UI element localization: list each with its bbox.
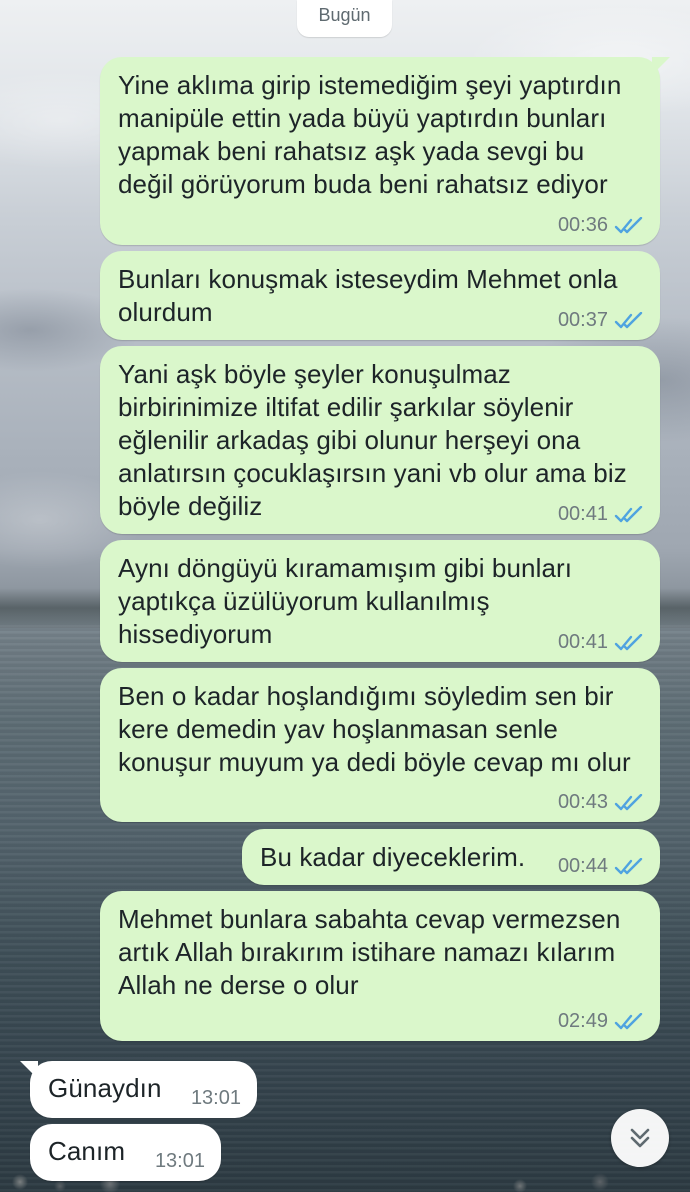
message-text: Yine aklıma girip istemediğim şeyi yaptı… [118,70,629,199]
double-check-icon [614,1012,643,1029]
message-time: 00:41 [557,503,608,525]
message-meta: 00:41 [558,631,644,654]
outgoing-message[interactable]: Mehmet bunlara sabahta cevap vermezsen a… [100,891,660,1041]
message-meta: 02:49 [558,1010,644,1033]
message-meta: 00:44 [558,855,644,878]
bubble-tail [20,1061,38,1079]
message-meta: 00:36 [558,214,644,237]
message-time: 13:01 [190,1087,241,1109]
outgoing-message[interactable]: Ben o kadar hoşlandığımı söyledim sen bi… [100,668,660,822]
double-check-icon [614,633,643,650]
message-meta: 13:01 [191,1087,241,1110]
outgoing-message[interactable]: Yani aşk böyle şeyler konuşulmaz birbiri… [100,346,660,534]
double-check-icon [614,505,643,522]
message-text: Yani aşk böyle şeyler konuşulmaz birbiri… [118,359,635,521]
outgoing-message[interactable]: Aynı döngüyü kıramamışım gibi bunları ya… [100,540,660,662]
message-time: 00:36 [557,214,608,236]
message-time: 00:44 [557,855,608,877]
date-chip: Bugün [297,0,392,37]
message-text: Mehmet bunlara sabahta cevap vermezsen a… [118,904,628,1000]
message-time: 13:01 [154,1150,205,1172]
message-meta: 00:37 [558,309,644,332]
message-meta: 00:41 [558,503,644,526]
outgoing-message[interactable]: Yine aklıma girip istemediğim şeyi yaptı… [100,57,670,245]
double-chevron-down-icon [630,1128,650,1148]
outgoing-message[interactable]: Bu kadar diyeceklerim. 00:44 [242,829,660,885]
double-check-icon [614,216,643,233]
double-check-icon [614,793,643,810]
scroll-to-bottom-button[interactable] [611,1109,669,1167]
message-time: 00:41 [557,631,608,653]
message-meta: 13:01 [155,1150,205,1173]
bubble-tail [652,57,670,75]
outgoing-message[interactable]: Bunları konuşmak isteseydim Mehmet onla … [100,251,660,340]
message-text: Ben o kadar hoşlandığımı söyledim sen bi… [118,681,631,777]
message-time: 02:49 [557,1010,608,1032]
message-time: 00:37 [557,309,608,331]
incoming-message[interactable]: Günaydın 13:01 [20,1061,257,1118]
incoming-message[interactable]: Canım 13:01 [30,1124,221,1181]
message-meta: 00:43 [558,791,644,814]
double-check-icon [614,311,643,328]
message-time: 00:43 [557,791,608,813]
double-check-icon [614,857,643,874]
